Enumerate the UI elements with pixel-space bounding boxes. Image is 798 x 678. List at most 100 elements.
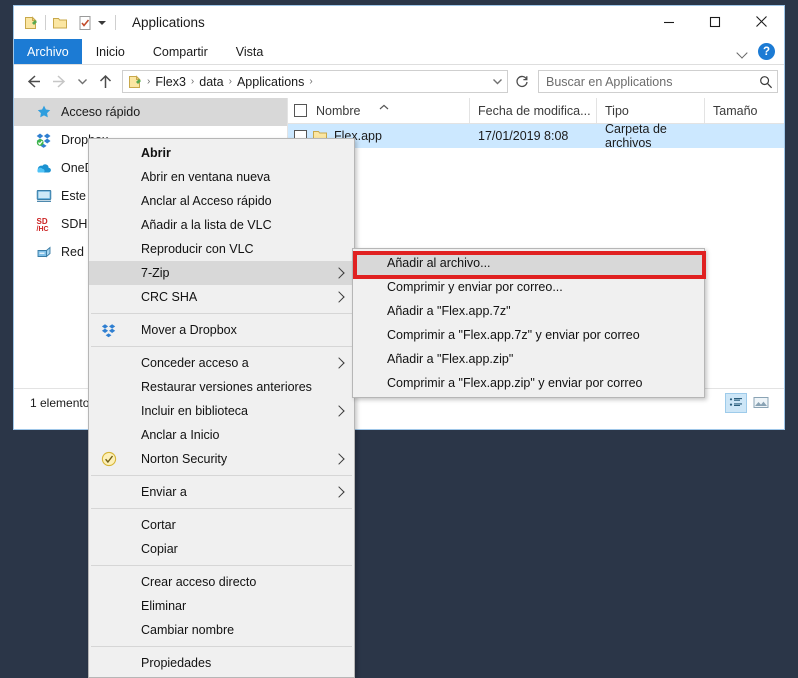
minimize-button[interactable] <box>646 6 692 37</box>
details-view-button[interactable] <box>725 392 747 413</box>
sidebar-item-acceso-rapido[interactable]: Acceso rápido <box>14 98 287 126</box>
menu-item-abrir[interactable]: Abrir <box>89 141 354 165</box>
sd-card-icon: SD /HC <box>36 216 52 233</box>
menu-separator <box>91 346 352 347</box>
breadcrumb-folder-icon <box>127 74 143 90</box>
search-placeholder: Buscar en Applications <box>546 74 673 89</box>
menu-item-anclar-acceso-rapido[interactable]: Anclar al Acceso rápido <box>89 189 354 213</box>
view-buttons <box>725 389 772 416</box>
submenu-item-anadir-7z[interactable]: Añadir a "Flex.app.7z" <box>353 299 704 323</box>
checked-doc-icon[interactable] <box>77 15 93 31</box>
column-header-tamano[interactable]: Tamaño <box>705 98 784 123</box>
forward-button[interactable] <box>46 69 72 95</box>
menu-item-reproducir-vlc[interactable]: Reproducir con VLC <box>89 237 354 261</box>
menu-item-label: Cortar <box>141 518 176 532</box>
refresh-button[interactable] <box>511 70 533 93</box>
tab-compartir[interactable]: Compartir <box>139 39 222 64</box>
seven-zip-submenu: Añadir al archivo... Comprimir y enviar … <box>352 248 706 398</box>
breadcrumb-separator-3: › <box>309 76 313 87</box>
folder-icon[interactable] <box>52 15 68 31</box>
menu-item-label: Norton Security <box>141 452 228 466</box>
submenu-item-comprimir-enviar-correo[interactable]: Comprimir y enviar por correo... <box>353 275 704 299</box>
column-header-nombre[interactable]: Nombre <box>288 98 470 123</box>
menu-item-incluir-biblioteca[interactable]: Incluir en biblioteca <box>89 399 354 423</box>
column-header-label: Tamaño <box>713 103 758 118</box>
menu-item-label: Incluir en biblioteca <box>141 404 249 418</box>
menu-item-anadir-lista-vlc[interactable]: Añadir a la lista de VLC <box>89 213 354 237</box>
submenu-item-anadir-zip[interactable]: Añadir a "Flex.app.zip" <box>353 347 704 371</box>
menu-item-eliminar[interactable]: Eliminar <box>89 594 354 618</box>
recent-locations-button[interactable] <box>72 69 92 95</box>
menu-item-norton-security[interactable]: Norton Security <box>89 447 354 471</box>
menu-item-restaurar-versiones[interactable]: Restaurar versiones anteriores <box>89 375 354 399</box>
menu-item-abrir-ventana-nueva[interactable]: Abrir en ventana nueva <box>89 165 354 189</box>
tab-archivo[interactable]: Archivo <box>14 39 82 64</box>
window-title: Applications <box>132 15 205 30</box>
menu-item-anclar-inicio[interactable]: Anclar a Inicio <box>89 423 354 447</box>
submenu-item-label: Añadir a "Flex.app.zip" <box>387 352 514 366</box>
menu-item-crear-acceso-directo[interactable]: Crear acceso directo <box>89 570 354 594</box>
breadcrumb-item-applications[interactable]: Applications <box>233 75 308 89</box>
menu-item-label: Reproducir con VLC <box>141 242 254 256</box>
folder-page-icon[interactable] <box>23 15 39 31</box>
maximize-button[interactable] <box>692 6 738 37</box>
close-button[interactable] <box>738 6 784 37</box>
status-text: 1 elemento <box>30 395 90 410</box>
tab-vista[interactable]: Vista <box>222 39 278 64</box>
menu-item-crc-sha[interactable]: CRC SHA <box>89 285 354 309</box>
chevron-down-icon[interactable] <box>736 45 750 59</box>
menu-separator <box>91 508 352 509</box>
ribbon-right-controls: ? <box>736 39 780 64</box>
search-input[interactable]: Buscar en Applications <box>538 70 778 93</box>
menu-item-enviar-a[interactable]: Enviar a <box>89 480 354 504</box>
select-all-checkbox[interactable] <box>294 104 307 117</box>
back-button[interactable] <box>20 69 46 95</box>
submenu-item-label: Comprimir a "Flex.app.zip" y enviar por … <box>387 376 643 390</box>
menu-item-propiedades[interactable]: Propiedades <box>89 651 354 675</box>
large-icons-view-button[interactable] <box>750 393 772 413</box>
search-icon[interactable] <box>755 75 777 89</box>
menu-item-mover-dropbox[interactable]: Mover a Dropbox <box>89 318 354 342</box>
qat-dropdown-icon[interactable] <box>96 15 109 31</box>
qat-separator-1 <box>45 15 46 30</box>
up-button[interactable] <box>92 69 118 95</box>
menu-item-cortar[interactable]: Cortar <box>89 513 354 537</box>
column-header-tipo[interactable]: Tipo <box>597 98 705 123</box>
menu-item-copiar[interactable]: Copiar <box>89 537 354 561</box>
submenu-item-comprimir-7z-correo[interactable]: Comprimir a "Flex.app.7z" y enviar por c… <box>353 323 704 347</box>
breadcrumb[interactable]: › Flex3 › data › Applications › <box>122 70 508 93</box>
column-headers: Nombre Fecha de modifica... Tipo Tamaño <box>288 98 784 124</box>
menu-item-label: Mover a Dropbox <box>141 323 237 337</box>
address-dropdown-icon[interactable] <box>487 77 507 86</box>
submenu-item-comprimir-zip-correo[interactable]: Comprimir a "Flex.app.zip" y enviar por … <box>353 371 704 395</box>
ribbon-tabs: Archivo Inicio Compartir Vista ? <box>14 39 784 65</box>
help-button[interactable]: ? <box>758 43 775 60</box>
qat-separator-2 <box>115 15 116 30</box>
svg-text:SD: SD <box>37 217 48 226</box>
menu-item-label: Anclar a Inicio <box>141 428 220 442</box>
column-header-fecha[interactable]: Fecha de modifica... <box>470 98 597 123</box>
breadcrumb-item-flex3[interactable]: Flex3 <box>151 75 190 89</box>
window-controls <box>646 6 784 37</box>
chevron-right-icon <box>333 357 345 369</box>
menu-item-label: Restaurar versiones anteriores <box>141 380 312 394</box>
quick-access-toolbar: Applications <box>14 15 205 31</box>
menu-item-7zip[interactable]: 7-Zip <box>89 261 354 285</box>
menu-item-label: Conceder acceso a <box>141 356 249 370</box>
menu-item-conceder-acceso[interactable]: Conceder acceso a <box>89 351 354 375</box>
chevron-right-icon <box>333 405 345 417</box>
tab-inicio[interactable]: Inicio <box>82 39 139 64</box>
column-header-label: Fecha de modifica... <box>478 103 591 118</box>
menu-separator <box>91 646 352 647</box>
breadcrumb-item-data[interactable]: data <box>195 75 227 89</box>
table-row[interactable]: Flex.app 17/01/2019 8:08 Carpeta de arch… <box>288 122 784 150</box>
submenu-item-anadir-al-archivo[interactable]: Añadir al archivo... <box>353 251 704 275</box>
title-bar: Applications <box>14 6 784 39</box>
onedrive-cloud-icon <box>36 160 52 176</box>
menu-item-cambiar-nombre[interactable]: Cambiar nombre <box>89 618 354 642</box>
chevron-right-icon <box>333 453 345 465</box>
column-header-label: Nombre <box>316 103 361 118</box>
menu-item-label: Crear acceso directo <box>141 575 257 589</box>
menu-item-label: Abrir <box>141 146 171 160</box>
menu-separator <box>91 475 352 476</box>
